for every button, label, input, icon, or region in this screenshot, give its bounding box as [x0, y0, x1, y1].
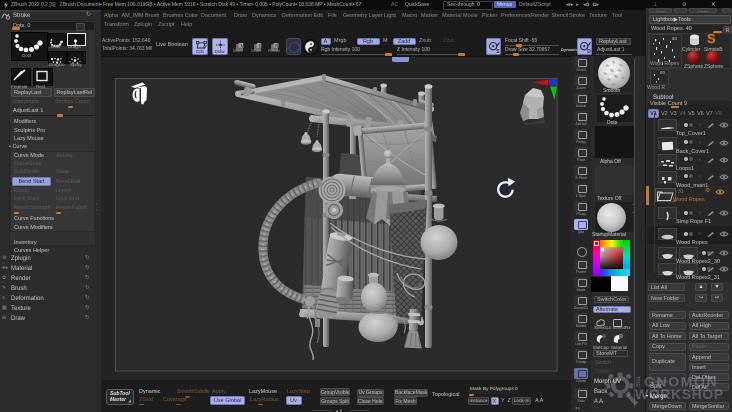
svg-text:S: S — [496, 49, 500, 53]
svg-text:D: D — [587, 49, 591, 53]
